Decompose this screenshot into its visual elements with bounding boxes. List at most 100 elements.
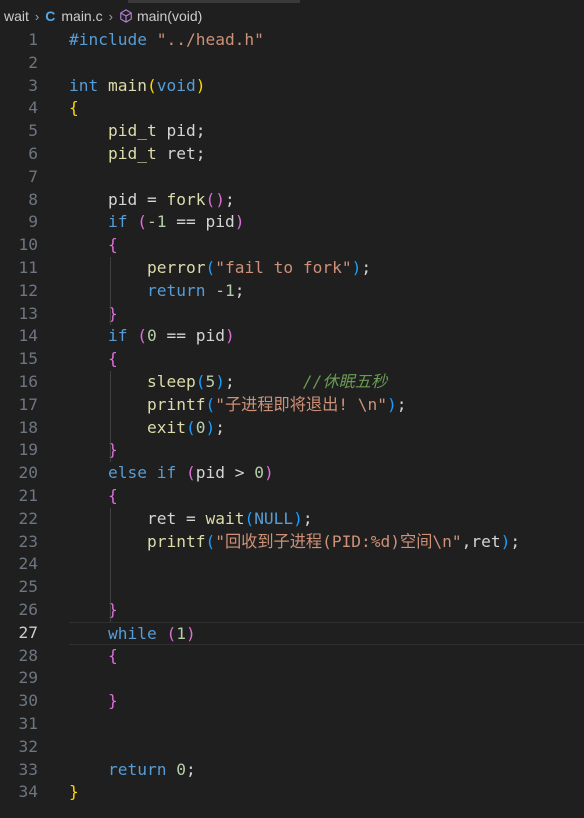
code-line[interactable]: 29 — [0, 667, 584, 690]
chevron-right-icon: › — [108, 8, 113, 24]
code-token: ) — [195, 75, 206, 95]
code-line[interactable]: 12 return -1; — [0, 280, 584, 303]
line-number: 17 — [18, 394, 39, 414]
code-line[interactable]: 8 pid = fork(); — [0, 189, 584, 212]
breadcrumb-folder[interactable]: wait — [4, 8, 29, 24]
code-line[interactable]: 9 if (-1 == pid) — [0, 211, 584, 234]
code-line[interactable]: 28 { — [0, 645, 584, 668]
code-token: #include — [69, 30, 157, 49]
code-token: -1 — [146, 212, 167, 232]
code-token: 0 — [254, 463, 264, 483]
code-text: else if (pid > 0) — [69, 462, 584, 485]
line-number: 26 — [18, 599, 39, 619]
code-text: { — [69, 97, 584, 120]
code-text: while (1) — [69, 621, 584, 645]
code-line[interactable]: 5 pid_t pid; — [0, 120, 584, 143]
code-token: ) — [215, 371, 225, 391]
code-text: } — [69, 781, 584, 804]
code-token: ( — [166, 623, 177, 643]
breadcrumb: wait › C main.c › main(void) — [0, 0, 584, 32]
code-line[interactable]: 31 — [0, 713, 584, 736]
code-line[interactable]: 19 } — [0, 439, 584, 462]
code-line[interactable]: 27 while (1) — [0, 621, 584, 645]
code-line[interactable]: 26 } — [0, 599, 584, 622]
code-line[interactable]: 30 } — [0, 690, 584, 713]
breadcrumb-file[interactable]: main.c — [61, 8, 102, 24]
code-token: ) — [500, 531, 511, 551]
code-line[interactable]: 17 printf("子进程即将退出! \n"); — [0, 394, 584, 417]
line-number: 16 — [18, 371, 39, 391]
code-token: { — [107, 235, 118, 255]
line-number: 30 — [18, 691, 39, 711]
code-line[interactable]: 24 — [0, 553, 584, 576]
code-line[interactable]: 13 } — [0, 303, 584, 326]
code-line[interactable]: 15 { — [0, 348, 584, 371]
code-line[interactable]: 34} — [0, 781, 584, 804]
code-line[interactable]: 22 ret = wait(NULL); — [0, 508, 584, 531]
code-line[interactable]: 16 sleep(5); //休眠五秒 — [0, 371, 584, 394]
code-text: } — [69, 690, 584, 713]
code-token: 0 — [195, 417, 206, 437]
code-token: ( — [205, 531, 216, 551]
code-line[interactable]: 3 int main(void) — [0, 75, 584, 98]
code-token: wait — [205, 508, 245, 528]
code-line[interactable]: 18 exit(0); — [0, 417, 584, 440]
line-number: 31 — [18, 713, 39, 733]
indent-guide — [110, 371, 111, 463]
line-number: 18 — [18, 417, 39, 437]
code-line[interactable]: 6 pid_t ret; — [0, 143, 584, 166]
code-line[interactable]: 20 else if (pid > 0) — [0, 462, 584, 485]
code-token: "回收到子进程(PID:%d)空间\n" — [215, 531, 462, 551]
code-token: "fail to fork" — [215, 257, 352, 277]
code-line[interactable]: 4{ — [0, 97, 584, 120]
code-token: pid_t — [107, 143, 157, 163]
code-line[interactable]: 2 — [0, 52, 584, 75]
code-line[interactable]: 23 printf("回收到子进程(PID:%d)空间\n",ret); — [0, 531, 584, 554]
code-line[interactable]: 10 { — [0, 234, 584, 257]
code-text: } — [69, 439, 584, 462]
code-token: ( — [185, 417, 196, 437]
code-line[interactable]: 11 perror("fail to fork"); — [0, 257, 584, 280]
code-editor[interactable]: 1 #include "../head.h" 2 3 int main(void) 4{5… — [0, 29, 584, 818]
code-token: if — [107, 212, 128, 232]
code-token: return — [107, 759, 167, 779]
breadcrumb-symbol[interactable]: main(void) — [137, 8, 202, 24]
code-line[interactable]: 7 — [0, 166, 584, 189]
code-line[interactable]: 25 — [0, 576, 584, 599]
code-token: pid > — [195, 463, 255, 483]
line-number: 15 — [18, 349, 39, 369]
code-text: printf("子进程即将退出! \n"); — [69, 394, 584, 417]
code-line[interactable]: 1 #include "../head.h" — [0, 29, 584, 52]
code-line[interactable]: 21 { — [0, 485, 584, 508]
code-line[interactable]: 14 if (0 == pid) — [0, 325, 584, 348]
code-token: printf — [146, 394, 206, 414]
code-text: perror("fail to fork"); — [69, 257, 584, 280]
code-token: } — [69, 782, 79, 802]
line-number: 32 — [18, 736, 39, 756]
line-number: 34 — [18, 782, 39, 802]
code-token: main — [107, 75, 147, 95]
code-line[interactable]: 32 — [0, 736, 584, 759]
code-line[interactable]: 33 return 0; — [0, 759, 584, 782]
code-token: ( — [205, 257, 216, 277]
code-token: ,ret — [461, 531, 501, 551]
code-text: { — [69, 348, 584, 371]
code-token: if — [107, 326, 128, 346]
line-number: 3 — [28, 75, 38, 95]
indent-guide — [110, 257, 111, 326]
